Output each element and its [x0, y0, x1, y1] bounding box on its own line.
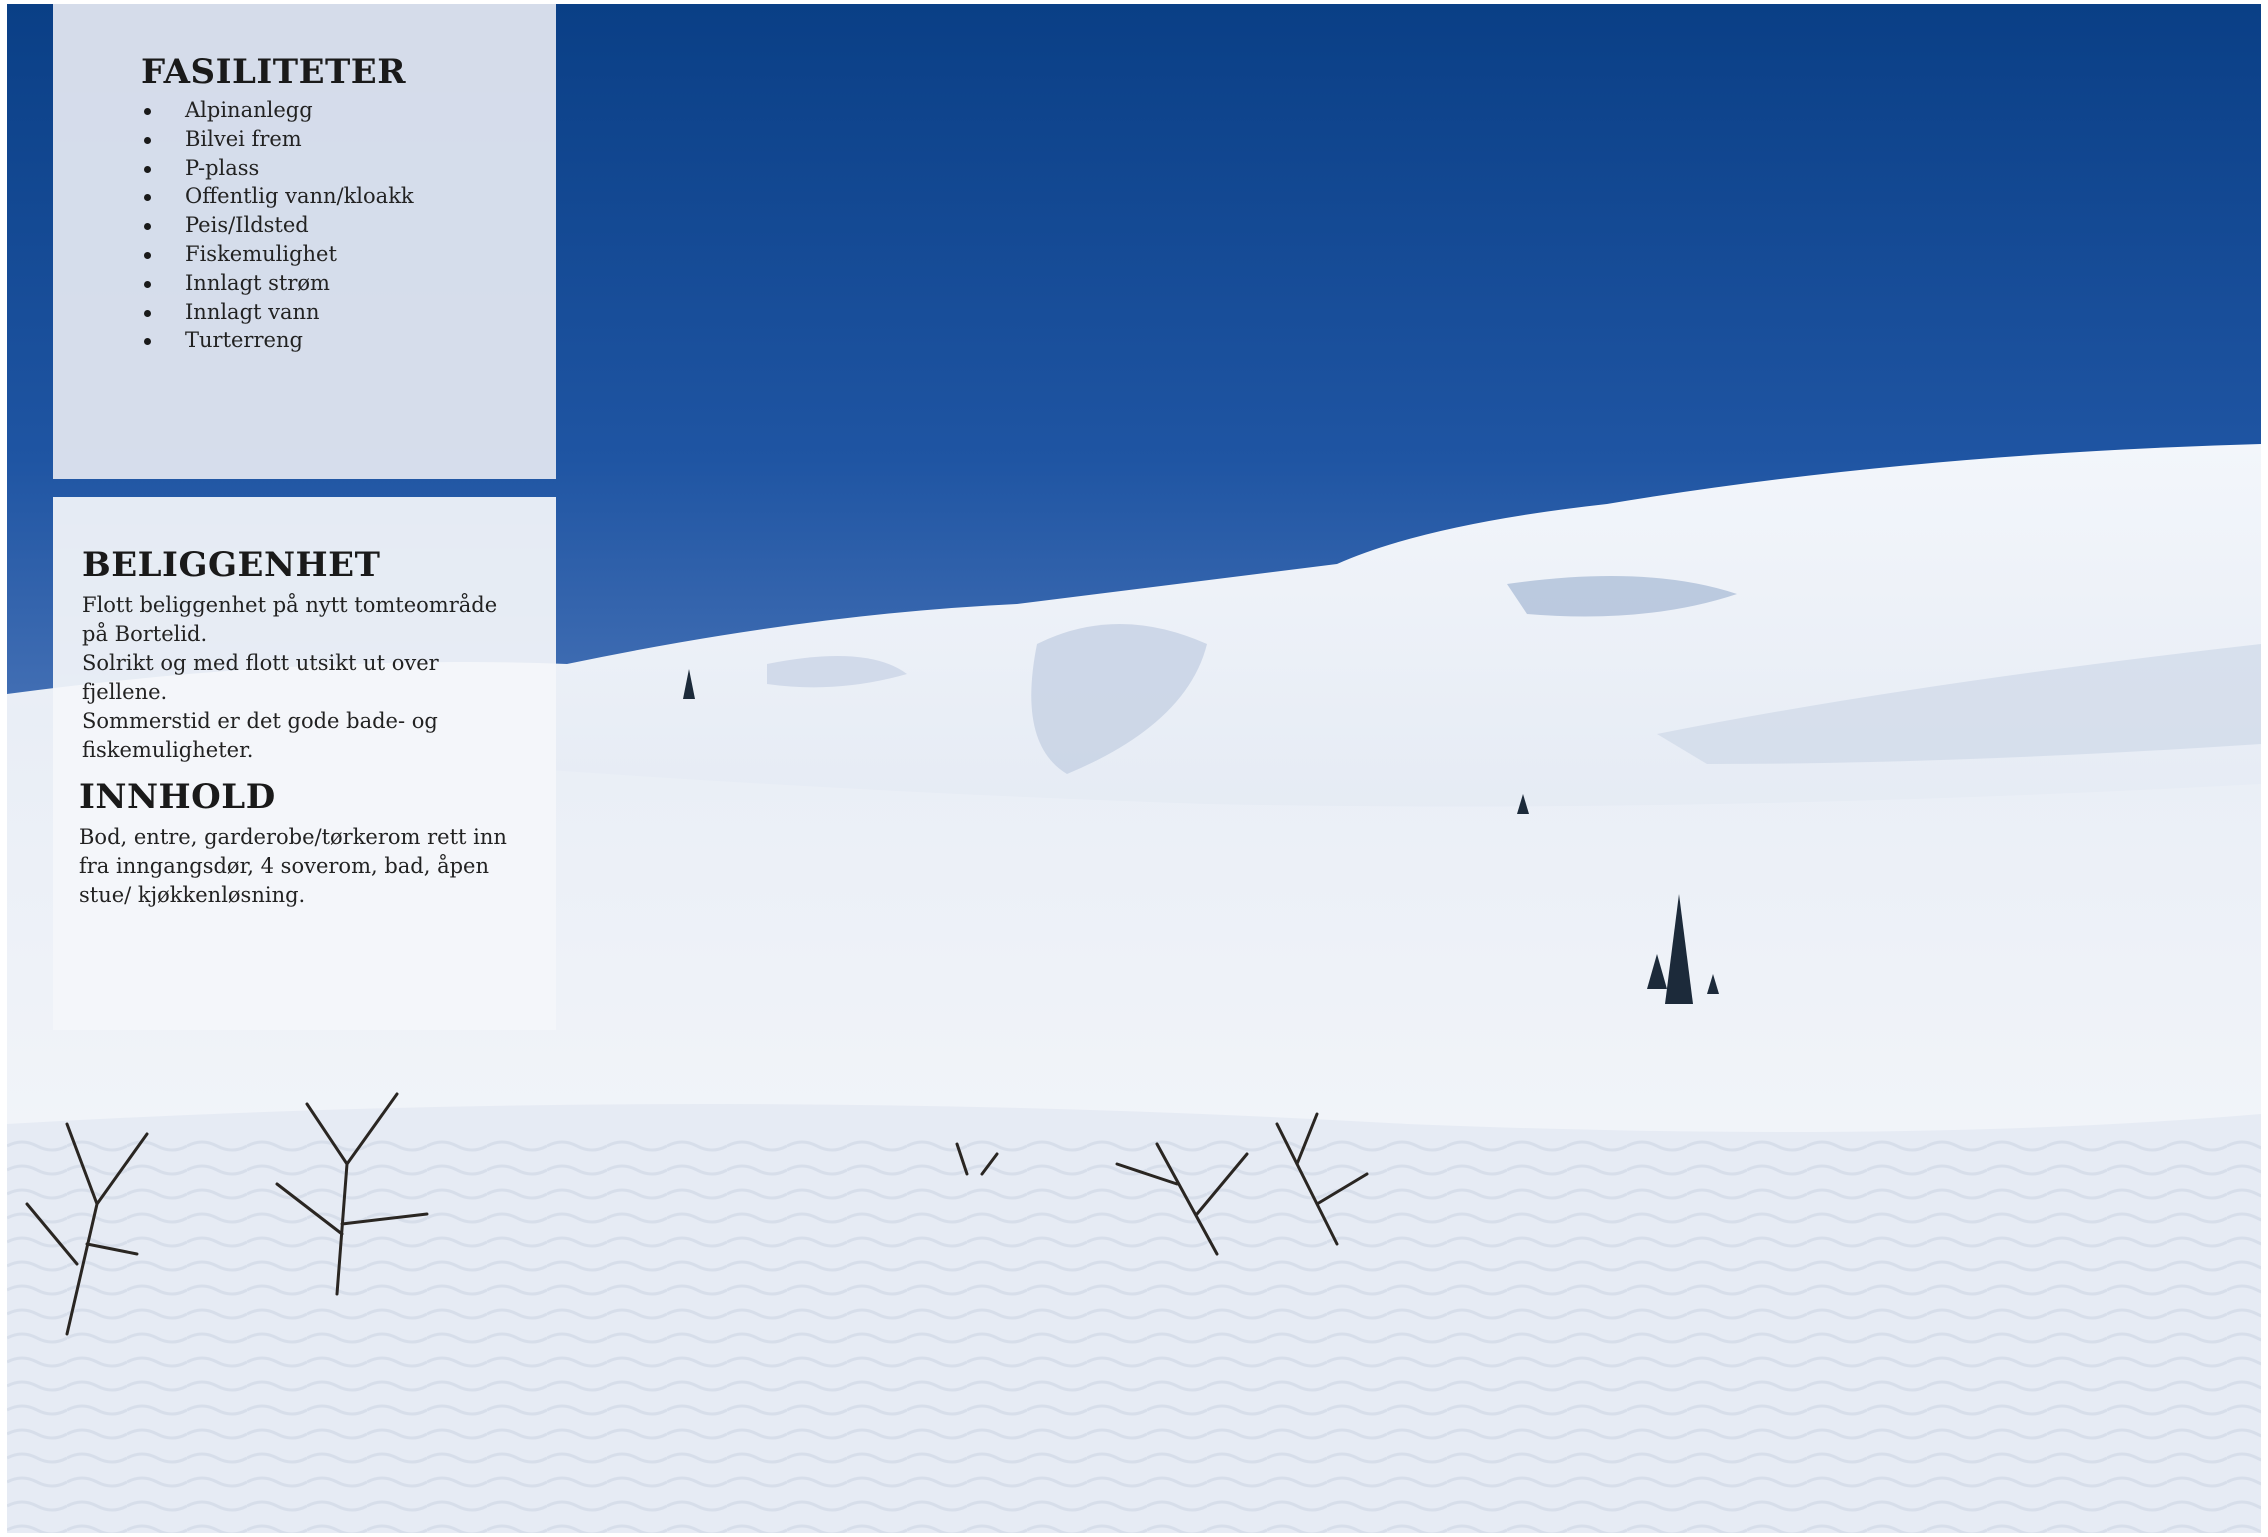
fasiliteter-heading: FASILITETER — [141, 52, 406, 92]
beliggenhet-text: Flott beliggenhet på nytt tomteområde på… — [82, 591, 522, 765]
list-item: Turterreng — [141, 326, 414, 355]
list-item: Alpinanlegg — [141, 96, 414, 125]
list-item: Innlagt strøm — [141, 269, 414, 298]
fasiliteter-panel: FASILITETER Alpinanlegg Bilvei frem P-pl… — [53, 4, 556, 479]
list-item: Peis/Ildsted — [141, 211, 414, 240]
beliggenhet-line: Flott beliggenhet på nytt tomteområde på… — [82, 593, 498, 646]
beliggenhet-line: Solrikt og med flott utsikt ut over fjel… — [82, 651, 439, 704]
innhold-text: Bod, entre, garderobe/tørkerom rett inn … — [79, 825, 507, 907]
list-item: Offentlig vann/kloakk — [141, 182, 414, 211]
list-item: Innlagt vann — [141, 298, 414, 327]
list-item: Fiskemulighet — [141, 240, 414, 269]
beliggenhet-heading: BELIGGENHET — [82, 545, 381, 585]
innhold-heading: INNHOLD — [79, 777, 276, 817]
fasiliteter-list: Alpinanlegg Bilvei frem P-plass Offentli… — [141, 96, 414, 355]
info-panel: BELIGGENHET Flott beliggenhet på nytt to… — [53, 497, 556, 1030]
list-item: Bilvei frem — [141, 125, 414, 154]
list-item: P-plass — [141, 154, 414, 183]
beliggenhet-line: Sommerstid er det gode bade- og fiskemul… — [82, 709, 438, 762]
